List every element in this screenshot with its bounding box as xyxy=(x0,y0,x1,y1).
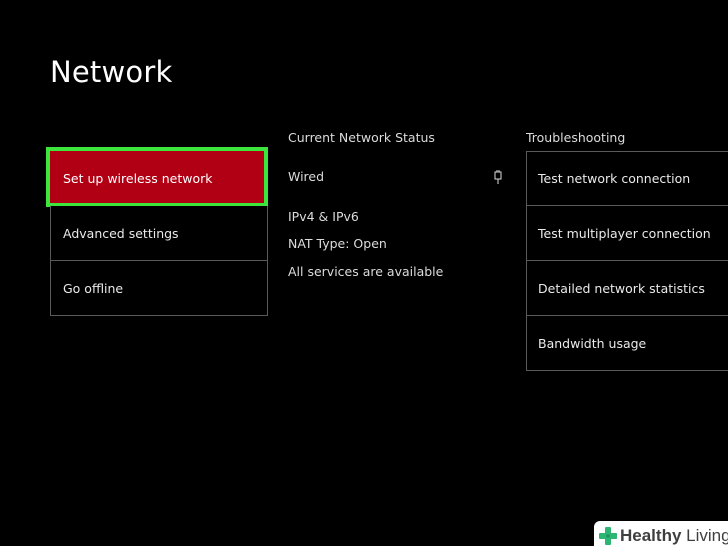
green-cross-icon xyxy=(599,527,617,545)
watermark-logo: Healthy Living xyxy=(594,521,728,546)
network-settings-screen: Network Set up wireless network Advanced… xyxy=(0,0,728,546)
menu-item-label: Test network connection xyxy=(538,171,691,186)
test-network-connection-button[interactable]: Test network connection xyxy=(526,151,728,206)
menu-item-label: Advanced settings xyxy=(63,225,179,241)
troubleshooting-heading: Troubleshooting xyxy=(526,130,626,145)
network-menu: Set up wireless network Advanced setting… xyxy=(46,147,268,316)
nat-type: NAT Type: Open xyxy=(288,236,387,251)
troubleshooting-menu: Test network connection Test multiplayer… xyxy=(526,151,728,371)
watermark-brand-light: Living xyxy=(681,526,728,545)
test-multiplayer-connection-button[interactable]: Test multiplayer connection xyxy=(526,206,728,261)
bandwidth-usage-button[interactable]: Bandwidth usage xyxy=(526,316,728,371)
setup-wireless-network-button[interactable]: Set up wireless network xyxy=(46,147,268,207)
services-status: All services are available xyxy=(288,264,444,279)
detailed-network-statistics-button[interactable]: Detailed network statistics xyxy=(526,261,728,316)
connection-type: Wired xyxy=(288,169,325,184)
menu-item-label: Test multiplayer connection xyxy=(538,225,711,241)
watermark-brand-bold: Healthy xyxy=(620,526,682,545)
menu-item-label: Detailed network statistics xyxy=(538,280,705,296)
menu-item-label: Bandwidth usage xyxy=(538,335,647,351)
status-heading: Current Network Status xyxy=(288,130,435,145)
page-title: Network xyxy=(50,55,173,89)
menu-item-label: Go offline xyxy=(63,280,124,296)
advanced-settings-button[interactable]: Advanced settings xyxy=(50,206,268,261)
ip-version: IPv4 & IPv6 xyxy=(288,209,359,224)
watermark-text: Healthy Living xyxy=(620,526,728,546)
ethernet-plug-icon xyxy=(494,170,502,184)
menu-item-label: Set up wireless network xyxy=(63,171,213,186)
go-offline-button[interactable]: Go offline xyxy=(50,261,268,316)
